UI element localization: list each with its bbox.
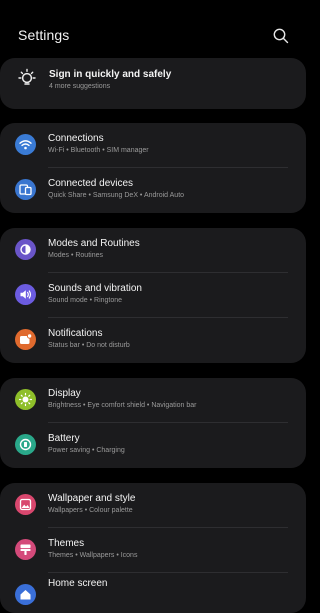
battery-icon-badge [15,434,36,455]
item-title: Connections [48,133,104,144]
item-subtitle: Sound mode • Ringtone [48,297,123,304]
item-title: Modes and Routines [48,238,140,249]
wifi-icon [19,140,32,150]
notification-icon [20,333,33,344]
battery-icon [19,438,32,451]
sun-icon [18,392,33,407]
settings-item-connected-devices[interactable]: Connected devices Quick Share • Samsung … [0,168,306,213]
settings-item-battery[interactable]: Battery Power saving • Charging [0,423,306,468]
settings-item-sounds-vibration[interactable]: Sounds and vibration Sound mode • Ringto… [0,273,306,318]
sun-icon-badge [15,389,36,410]
item-title: Sounds and vibration [48,283,142,294]
item-subtitle: Wallpapers • Colour palette [48,507,133,514]
modes-icon-badge [15,239,36,260]
suggestion-card[interactable]: Sign in quickly and safely 4 more sugges… [0,58,306,109]
item-subtitle: Wi-Fi • Bluetooth • SIM manager [48,147,149,154]
item-subtitle: Status bar • Do not disturb [48,342,130,349]
themes-icon [20,544,31,555]
app-header: Settings [0,0,306,58]
lightbulb-icon [18,68,36,85]
volume-icon-badge [15,284,36,305]
item-subtitle: Modes • Routines [48,252,103,259]
item-title: Connected devices [48,178,134,189]
modes-icon [20,244,31,255]
suggestion-title: Sign in quickly and safely [49,69,172,80]
item-subtitle: Brightness • Eye comfort shield • Naviga… [48,402,197,409]
item-title: Home screen [48,578,108,589]
suggestion-row[interactable]: Sign in quickly and safely 4 more sugges… [0,58,306,109]
settings-item-home-screen[interactable]: Home screen [0,573,306,613]
connections-icon-badge [15,134,36,155]
item-subtitle: Quick Share • Samsung DeX • Android Auto [48,192,185,199]
item-title: Themes [48,538,85,549]
wallpaper-icon-badge [15,494,36,515]
suggestion-subtitle: 4 more suggestions [49,83,111,90]
search-button[interactable] [272,27,290,45]
item-subtitle: Power saving • Charging [48,447,125,454]
home-icon-badge [15,584,36,605]
settings-item-display[interactable]: Display Brightness • Eye comfort shield … [0,378,306,423]
page-title: Settings [18,27,70,43]
item-subtitle: Themes • Wallpapers • Icons [48,552,138,559]
settings-group-sound: Modes and Routines Modes • Routines Soun… [0,228,306,363]
wallpaper-icon [19,498,32,511]
settings-item-wallpaper-style[interactable]: Wallpaper and style Wallpapers • Colour … [0,483,306,528]
item-title: Notifications [48,328,103,339]
item-title: Battery [48,433,80,444]
connected-devices-icon-badge [15,179,36,200]
home-icon [20,590,31,600]
notification-icon-badge [15,329,36,350]
settings-item-connections[interactable]: Connections Wi-Fi • Bluetooth • SIM mana… [0,123,306,168]
settings-group-personalisation: Wallpaper and style Wallpapers • Colour … [0,483,306,613]
connected-devices-icon [19,184,32,196]
settings-item-modes-routines[interactable]: Modes and Routines Modes • Routines [0,228,306,273]
settings-group-connectivity: Connections Wi-Fi • Bluetooth • SIM mana… [0,123,306,213]
search-icon [273,28,289,44]
themes-icon-badge [15,539,36,560]
item-title: Wallpaper and style [48,493,136,504]
item-title: Display [48,388,81,399]
settings-item-notifications[interactable]: Notifications Status bar • Do not distur… [0,318,306,363]
volume-icon [20,290,32,299]
settings-item-themes[interactable]: Themes Themes • Wallpapers • Icons [0,528,306,573]
settings-group-display: Display Brightness • Eye comfort shield … [0,378,306,468]
